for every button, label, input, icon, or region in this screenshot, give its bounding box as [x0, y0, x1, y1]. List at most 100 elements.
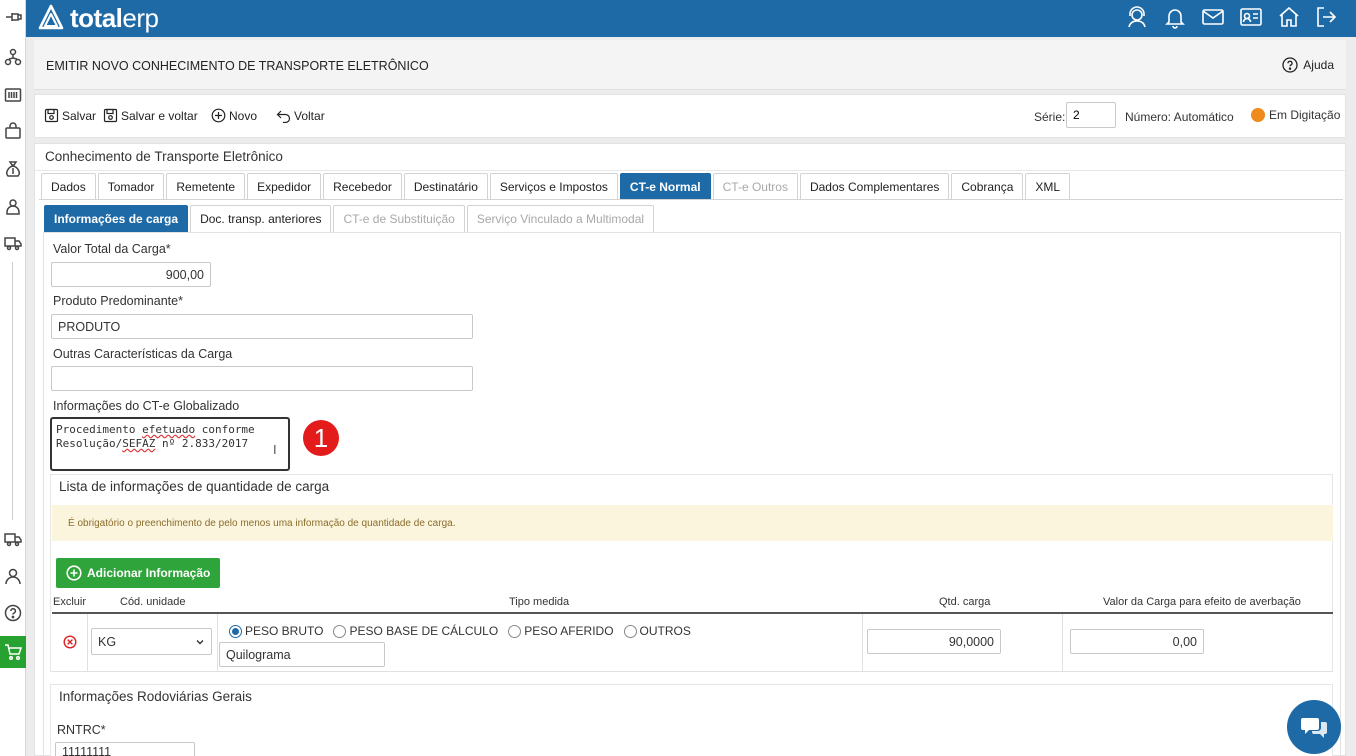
save-label: Salvar — [62, 108, 97, 123]
qtd-carga-input[interactable] — [867, 629, 1001, 654]
rntrc-input[interactable] — [55, 742, 195, 756]
tab-label: CT-e Outros — [722, 179, 788, 194]
tab-cte-normal[interactable]: CT-e Normal — [619, 173, 711, 199]
radio-dot — [508, 624, 522, 638]
radio-outros[interactable]: OUTROS — [623, 624, 691, 638]
tab-label: Cobrança — [961, 179, 1014, 194]
radio-label: PESO BRUTO — [245, 624, 324, 638]
subtab-label: Doc. transp. anteriores — [200, 212, 322, 226]
tab-label: Remetente — [176, 179, 236, 194]
save-and-back-button[interactable]: Salvar e voltar — [103, 108, 198, 123]
pin-icon[interactable] — [0, 4, 26, 30]
serie-input[interactable] — [1066, 102, 1116, 128]
main-tabs: Dados Tomador Remetente Expedidor Recebe… — [41, 173, 1071, 199]
support-agent-icon[interactable] — [1124, 4, 1150, 30]
valor-total-label: Valor Total da Carga* — [53, 242, 171, 256]
undo-icon — [276, 110, 291, 123]
plus-circle-icon — [211, 108, 226, 123]
user-service-icon[interactable] — [0, 194, 26, 220]
money-bag-icon[interactable] — [0, 156, 26, 182]
tab-label: Recebedor — [333, 179, 392, 194]
tab-cobranca[interactable]: Cobrança — [951, 173, 1024, 199]
tab-tomador[interactable]: Tomador — [97, 173, 165, 199]
col-divider — [862, 614, 863, 672]
tab-label: Dados — [51, 179, 86, 194]
radio-dot — [333, 624, 347, 638]
save-and-back-label: Salvar e voltar — [121, 108, 198, 123]
tipo-medida-radios: PESO BRUTO PESO BASE DE CÁLCULO PESO AFE… — [229, 624, 691, 638]
status-badge: Em Digitação — [1251, 108, 1340, 122]
logout-icon[interactable] — [1314, 4, 1340, 30]
tab-destinatario[interactable]: Destinatário — [403, 173, 488, 199]
col-valor-carga: Valor da Carga para efeito de averbação — [1103, 596, 1301, 608]
text-cursor-icon: I — [273, 442, 277, 457]
status-label: Em Digitação — [1269, 108, 1341, 122]
globalizado-label: Informações do CT-e Globalizado — [53, 399, 240, 413]
help-link[interactable]: Ajuda — [1282, 57, 1334, 73]
tab-cte-outros[interactable]: CT-e Outros — [712, 173, 798, 199]
plus-circle-icon — [66, 565, 82, 581]
outras-caracteristicas-label: Outras Características da Carga — [53, 347, 233, 361]
step-marker: 1 — [303, 420, 339, 456]
section-title: Informações Rodoviárias Gerais — [59, 689, 252, 704]
tab-label: Expedidor — [257, 179, 312, 194]
tab-expedidor[interactable]: Expedidor — [247, 173, 322, 199]
tab-recebedor[interactable]: Recebedor — [323, 173, 402, 199]
outras-caracteristicas-input[interactable] — [51, 366, 473, 391]
truck-icon[interactable] — [0, 230, 26, 256]
top-icons — [1124, 4, 1340, 30]
save-button[interactable]: Salvar — [44, 108, 96, 123]
numero-label: Número: Automático — [1125, 110, 1234, 124]
subtab-doc-transp-anteriores[interactable]: Doc. transp. anteriores — [190, 205, 332, 232]
tab-label: XML — [1035, 179, 1061, 194]
toolbar: Salvar Salvar e voltar Novo Voltar Série… — [34, 94, 1346, 138]
id-card-icon[interactable] — [1238, 4, 1264, 30]
org-chart-icon[interactable] — [0, 44, 26, 70]
descricao-input[interactable] — [219, 642, 385, 667]
subtab-cte-substituicao[interactable]: CT-e de Substituição — [333, 205, 465, 232]
delivery-truck-icon[interactable] — [0, 526, 26, 552]
add-information-button[interactable]: Adicionar Informação — [56, 558, 221, 588]
tab-label: Destinatário — [413, 179, 478, 194]
subtab-informacoes-carga[interactable]: Informações de carga — [44, 205, 189, 232]
mail-icon[interactable] — [1200, 4, 1226, 30]
chat-button[interactable] — [1287, 700, 1341, 754]
bell-icon[interactable] — [1162, 4, 1188, 30]
home-icon[interactable] — [1276, 4, 1302, 30]
tab-xml[interactable]: XML — [1025, 173, 1071, 199]
textarea-line-2: Resolução/SEFAZ nº 2.833/2017 — [56, 437, 284, 451]
subtab-label: Serviço Vinculado a Multimodal — [476, 212, 645, 226]
back-button[interactable]: Voltar — [276, 108, 325, 123]
radio-peso-base-calculo[interactable]: PESO BASE DE CÁLCULO — [333, 624, 498, 638]
quantidade-carga-section: Lista de informações de quantidade de ca… — [50, 474, 1333, 672]
remove-circle-icon[interactable] — [63, 635, 77, 649]
radio-peso-aferido[interactable]: PESO AFERIDO — [508, 624, 614, 638]
help-icon — [1282, 57, 1298, 73]
cart-icon[interactable] — [0, 636, 26, 668]
back-label: Voltar — [294, 108, 325, 123]
radio-peso-bruto[interactable]: PESO BRUTO — [229, 624, 323, 638]
logo[interactable]: totalerp — [38, 2, 159, 34]
barcode-icon[interactable] — [0, 82, 26, 108]
logo-text-light: erp — [122, 2, 159, 33]
page-header: EMITIR NOVO CONHECIMENTO DE TRANSPORTE E… — [34, 40, 1346, 90]
valor-carga-input[interactable] — [1070, 629, 1204, 654]
user-icon[interactable] — [0, 563, 26, 589]
tab-dados[interactable]: Dados — [41, 173, 96, 199]
rail-divider — [12, 262, 13, 520]
text-segment: Procedimento — [56, 423, 143, 436]
tab-label: CT-e Normal — [629, 179, 701, 194]
new-button[interactable]: Novo — [211, 108, 257, 123]
produto-input[interactable] — [51, 314, 473, 339]
card-title: Conhecimento de Transporte Eletrônico — [45, 149, 283, 164]
valor-total-input[interactable] — [51, 262, 211, 287]
tab-remetente[interactable]: Remetente — [166, 173, 246, 199]
tab-servicos-impostos[interactable]: Serviços e Impostos — [489, 173, 618, 199]
subtab-servico-multimodal[interactable]: Serviço Vinculado a Multimodal — [466, 205, 655, 232]
unidade-select[interactable]: KG — [91, 628, 212, 655]
help-circle-icon[interactable] — [0, 600, 26, 626]
bag-icon[interactable] — [0, 118, 26, 144]
subtab-label: CT-e de Substituição — [343, 212, 455, 226]
globalizado-textarea[interactable]: Procedimento efetuado conforme Resolução… — [50, 417, 290, 471]
tab-dados-complementares[interactable]: Dados Complementares — [799, 173, 950, 199]
